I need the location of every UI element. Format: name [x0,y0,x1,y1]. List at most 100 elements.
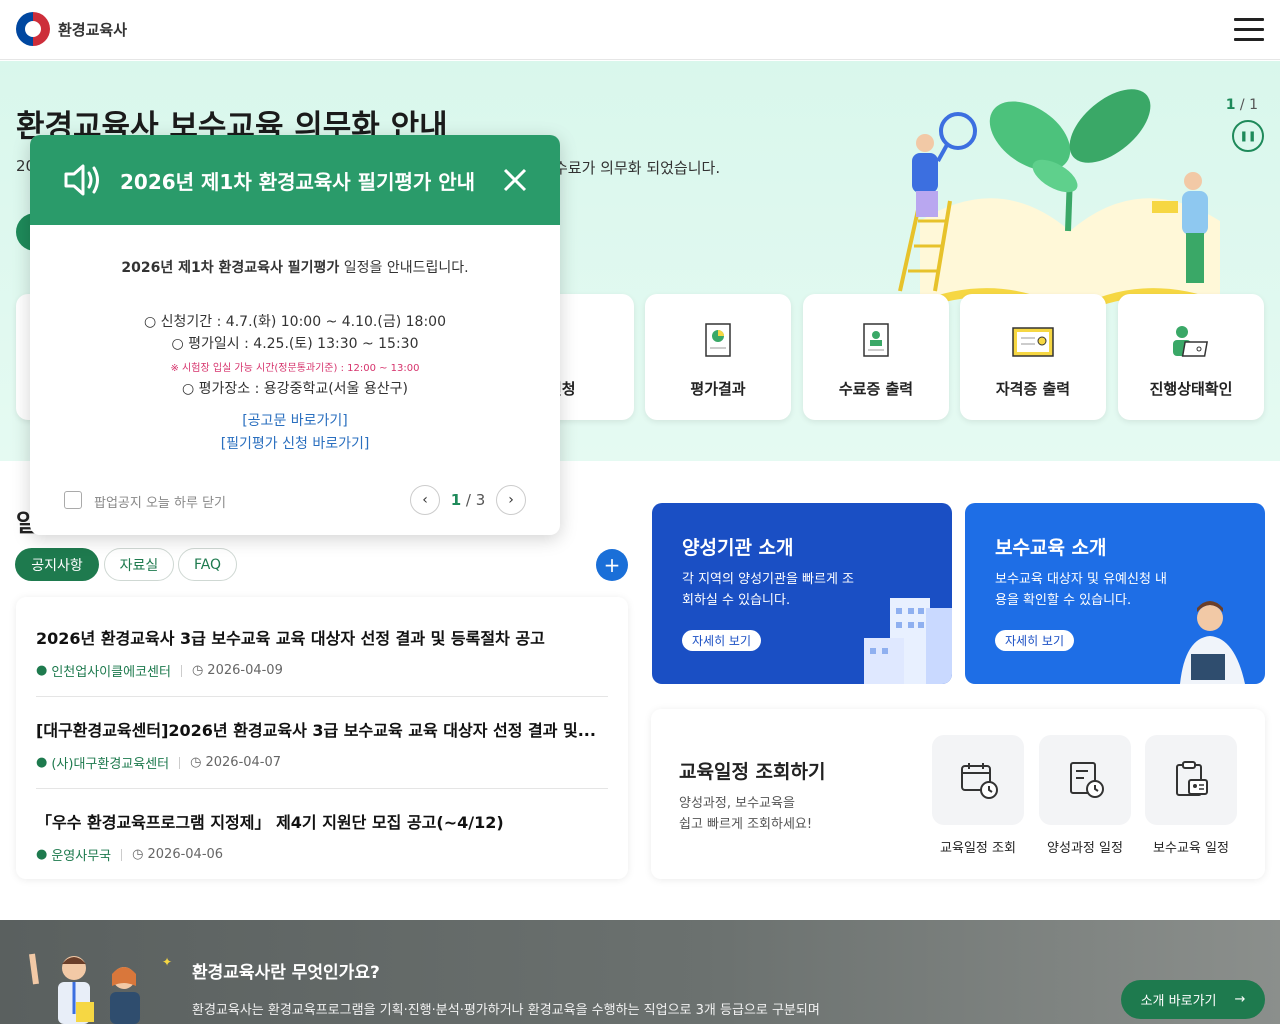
about-banner: ✦ 환경교육사란 무엇인가요? 환경교육사는 환경교육프로그램을 기획·진행·분… [0,920,1280,1024]
hero-desc-suffix: 수료가 의무화 되었습니다. [554,159,721,177]
notice-org: ● 인천업사이클에코센터 [36,661,171,680]
training-course-schedule-button[interactable] [1039,735,1131,825]
notice-popup: 2026년 제1차 환경교육사 필기평가 안내 2026년 제1차 환경교육사 … [30,135,560,535]
notice-meta: ● (사)대구환경교육센터 ◷ 2026-04-07 [36,753,608,772]
schedule-description: 양성과정, 보수교육을 쉽고 빠르게 조회하세요! [679,793,812,835]
list-item[interactable]: [대구환경교육센터]2026년 환경교육사 3급 보수교육 교육 대상자 선정 … [36,717,608,772]
notice-date: ◷ 2026-04-09 [192,663,283,678]
slide-total: 1 [1249,97,1258,113]
chevron-right-icon: › [508,492,514,508]
calendar-clock-icon [961,763,998,799]
meta-divider [180,664,182,677]
popup-intro-bold: 2026년 제1차 환경교육사 필기평가 [121,260,340,276]
hide-today-checkbox[interactable] [64,491,82,509]
banner-description: 환경교육사는 환경교육프로그램을 기획·진행·분석·평가하거나 환경교육을 수행… [192,1003,820,1018]
person-illustration-icon [1180,601,1245,684]
card-detail-button[interactable]: 자세히 보기 [995,630,1075,651]
location-pin-icon: ● [36,847,48,862]
certificate-icon [863,323,889,357]
notice-more-button[interactable]: + [596,549,628,581]
clock-icon: ◷ [191,663,204,678]
checklist-clock-icon [1070,762,1104,798]
meta-divider [121,848,123,861]
tab-notice[interactable]: 공지사항 [15,548,99,581]
popup-page-current: 1 [450,491,462,509]
about-link-label: 소개 바로가기 [1140,994,1217,1009]
site-logo[interactable]: 환경교육사 [16,12,127,46]
logo-text: 환경교육사 [58,20,128,39]
list-item[interactable]: 2026년 환경교육사 3급 보수교육 교육 대상자 선정 결과 및 등록절차 … [36,625,608,680]
schedule-button-label: 교육일정 조회 [940,841,1016,856]
notice-title[interactable]: [대구환경교육센터]2026년 환경교육사 3급 보수교육 교육 대상자 선정 … [36,717,608,741]
clock-icon: ◷ [132,847,144,862]
next-popup-button[interactable]: › [496,485,526,515]
location-pin-icon: ● [36,755,48,770]
notice-org: ● 운영사무국 [36,845,111,864]
hero-illustration [898,89,1220,311]
card-description: 각 지역의 양성기관을 빠르게 조회하실 수 있습니다. [682,572,855,608]
quick-label: 수료증 출력 [838,380,914,398]
popup-intro: 2026년 제1차 환경교육사 필기평가 일정을 안내드립니다. [30,257,560,277]
schedule-desc-line: 양성과정, 보수교육을 [679,796,795,811]
schedule-title: 교육일정 조회하기 [679,761,826,783]
close-icon[interactable] [500,165,530,195]
schedule-button-label: 보수교육 일정 [1153,841,1229,856]
pause-icon: ❚❚ [1239,130,1257,142]
notice-org: ● (사)대구환경교육센터 [36,753,169,772]
quick-card-completion-cert[interactable]: 수료증 출력 [803,294,949,420]
speaker-icon [64,164,99,196]
about-link-button[interactable]: 소개 바로가기 → [1121,980,1265,1019]
notice-divider [36,788,608,789]
popup-title: 2026년 제1차 환경교육사 필기평가 안내 [120,170,476,194]
card-detail-button[interactable]: 자세히 보기 [682,630,762,651]
quick-label: 자격증 출력 [995,380,1071,398]
hide-today-label[interactable]: 팝업공지 오늘 하루 닫기 [94,492,226,511]
schedule-button-label: 양성과정 일정 [1047,841,1123,856]
popup-footer: 팝업공지 오늘 하루 닫기 ‹ 1 / 3 › [64,485,526,515]
notice-divider [36,696,608,697]
hamburger-menu-button[interactable] [1234,18,1264,42]
refresher-education-card[interactable]: 보수교육 소개 보수교육 대상자 및 유예신청 내용을 확인할 수 있습니다. … [965,503,1265,684]
chevron-left-icon: ‹ [422,492,428,508]
tab-resources[interactable]: 자료실 [104,548,174,581]
building-icon [864,598,952,684]
card-description: 보수교육 대상자 및 유예신청 내용을 확인할 수 있습니다. [995,572,1168,608]
education-schedule-button[interactable] [932,735,1024,825]
quick-card-status[interactable]: 진행상태확인 [1118,294,1264,420]
announcement-link[interactable]: [공고문 바로가기] [30,410,560,430]
schedule-desc-line: 쉽고 빠르게 조회하세요! [679,817,813,832]
arrow-right-icon: → [1234,992,1246,1007]
teachers-illustration: ✦ [29,953,172,1024]
quick-label: 신청 [548,380,576,398]
refresher-schedule-button[interactable] [1145,735,1237,825]
clipboard-id-icon [1176,761,1208,796]
menu-bar-icon [1234,18,1264,21]
popup-page-counter: 1 / 3 [450,491,486,509]
quick-label: 진행상태확인 [1149,380,1233,398]
popup-pagination: ‹ 1 / 3 › [410,485,526,515]
taegeuk-logo-icon [16,12,50,46]
result-doc-icon [705,323,731,357]
quick-card-result[interactable]: 평가결과 [645,294,791,420]
notice-title[interactable]: 2026년 환경교육사 3급 보수교육 교육 대상자 선정 결과 및 등록절차 … [36,625,608,649]
schedule-lookup-box: 교육일정 조회하기 양성과정, 보수교육을 쉽고 빠르게 조회하세요! 교육일정… [651,709,1265,879]
list-item[interactable]: 「우수 환경교육프로그램 지정제」 제4기 지원단 모집 공고(~4/12) ●… [36,809,608,864]
card-title: 양성기관 소개 [682,537,794,559]
popup-intro-rest: 일정을 안내드립니다. [339,260,469,276]
popup-page-total: 3 [475,491,486,509]
status-icon [1173,326,1209,357]
notice-title[interactable]: 「우수 환경교육프로그램 지정제」 제4기 지원단 모집 공고(~4/12) [36,809,608,833]
menu-bar-icon [1234,28,1264,31]
notice-meta: ● 인천업사이클에코센터 ◷ 2026-04-09 [36,661,608,680]
tab-faq[interactable]: FAQ [178,548,237,581]
notice-org-text: (사)대구환경교육센터 [51,757,170,772]
site-header: 환경교육사 [0,0,1280,60]
clock-icon: ◷ [190,755,202,770]
popup-period-line: ○ 신청기간 : 4.7.(화) 10:00 ~ 4.10.(금) 18:00 [144,314,446,330]
training-institution-card[interactable]: 양성기관 소개 각 지역의 양성기관을 빠르게 조회하실 수 있습니다. 자세히… [652,503,952,684]
quick-card-license[interactable]: 자격증 출력 [960,294,1106,420]
prev-popup-button[interactable]: ‹ [410,485,440,515]
application-link[interactable]: [필기평가 신청 바로가기] [30,433,560,453]
notice-date: ◷ 2026-04-07 [190,755,281,770]
notice-org-text: 인천업사이클에코센터 [51,665,171,680]
